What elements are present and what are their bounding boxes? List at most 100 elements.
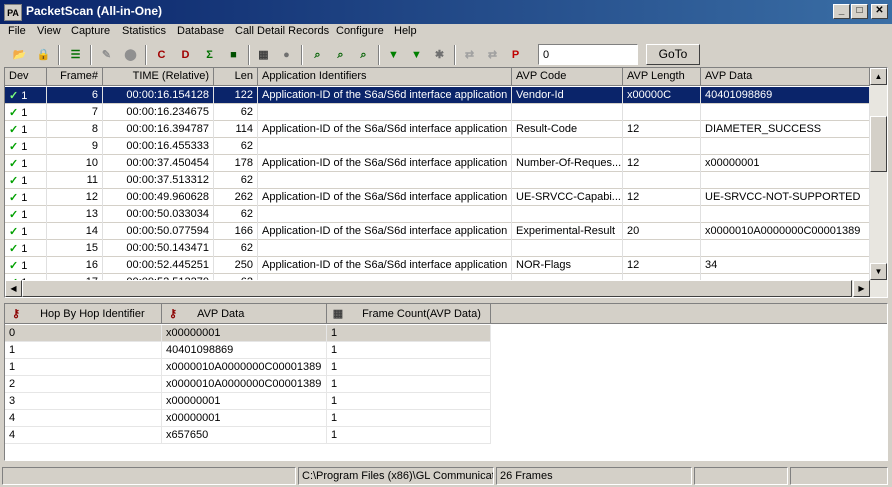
cell-len: 114 [214, 121, 258, 138]
menu-file[interactable]: File [8, 25, 26, 37]
close-button[interactable]: ✕ [871, 4, 888, 19]
menu-statistics[interactable]: Statistics [122, 25, 166, 37]
scroll-left-icon[interactable]: ◀ [5, 280, 22, 297]
filter-list-icon[interactable]: ☰ [64, 44, 87, 66]
checkmark-icon: ✓ [9, 226, 19, 238]
scroll-up-icon[interactable]: ▲ [870, 68, 887, 85]
export-disabled-icon[interactable]: ⇄ [458, 44, 481, 66]
edit-disabled-icon[interactable]: ✎ [95, 44, 118, 66]
import-disabled-icon[interactable]: ⇄ [481, 44, 504, 66]
list-item[interactable]: 1 x0000010A0000000C00001389 1 [5, 359, 491, 376]
lock-icon[interactable]: 🔒 [32, 44, 55, 66]
toolbar-separator [378, 45, 380, 65]
list-item[interactable]: 2 x0000010A0000000C00001389 1 [5, 376, 491, 393]
table-row[interactable]: ✓ 1 13 00:00:50.033034 62 [5, 206, 870, 223]
table-row[interactable]: ✓ 1 12 00:00:49.960628 262 Application-ID of … [5, 189, 870, 206]
menu-call-detail-records[interactable]: Call Detail Records [235, 25, 329, 37]
column-header-avp-data-summary[interactable]: ⚷ AVP Data [162, 304, 327, 324]
cell-avp-len [623, 206, 701, 223]
cell-time: 00:00:37.450454 [103, 155, 214, 172]
maximize-button[interactable]: □ [851, 4, 868, 19]
column-header-avp-length[interactable]: AVP Length [623, 68, 701, 86]
list-item[interactable]: 4 x00000001 1 [5, 410, 491, 427]
column-header-dev[interactable]: Dev [5, 68, 47, 86]
checkmark-icon: ✓ [9, 141, 19, 153]
binoculars-up-icon[interactable]: ⌕ [352, 44, 375, 66]
table-row[interactable]: ✓ 1 8 00:00:16.394787 114 Application-ID of t… [5, 121, 870, 138]
cell-dev: ✓1 [5, 87, 47, 104]
sum-icon[interactable]: Σ [198, 44, 221, 66]
cell-time: 00:00:52.445251 [103, 257, 214, 274]
cell-avp-len [623, 240, 701, 257]
column-header-avp-code[interactable]: AVP Code [512, 68, 623, 86]
d-icon[interactable]: D [174, 44, 197, 66]
c-icon[interactable]: C [150, 44, 173, 66]
dev-value: 1 [21, 90, 28, 102]
cell-data: x0000010A0000000C00001389 [162, 376, 327, 393]
vertical-scrollbar[interactable]: ▲ ▼ [870, 68, 887, 280]
cell-count: 1 [327, 359, 491, 376]
pda-icon[interactable]: P [504, 44, 527, 66]
list-item[interactable]: 3 x00000001 1 [5, 393, 491, 410]
list-item[interactable]: 1 40401098869 1 [5, 342, 491, 359]
menu-view[interactable]: View [37, 25, 61, 37]
column-header-frame[interactable]: Frame# [47, 68, 103, 86]
list-item[interactable]: 4 x657650 1 [5, 427, 491, 444]
calculator-icon: ▦ [332, 308, 344, 320]
cell-app [258, 172, 512, 189]
column-header-time[interactable]: TIME (Relative) [103, 68, 214, 86]
vertical-scroll-thumb[interactable] [870, 116, 887, 172]
cell-time: 00:00:49.960628 [103, 189, 214, 206]
cell-dev: ✓1 [5, 104, 47, 121]
table-row[interactable]: ✓ 1 10 00:00:37.450454 178 Application-ID of … [5, 155, 870, 172]
table-row[interactable]: ✓ 1 16 00:00:52.445251 250 Application-ID of … [5, 257, 870, 274]
column-header-frame-count[interactable]: ▦ Frame Count(AVP Data) [327, 304, 491, 324]
menu-configure[interactable]: Configure [336, 25, 384, 37]
save-icon[interactable]: ■ [222, 44, 245, 66]
dev-value: 1 [21, 141, 28, 153]
cell-data: x00000001 [162, 325, 327, 342]
column-header-application-identifiers[interactable]: Application Identifiers [258, 68, 512, 86]
minimize-button[interactable]: _ [833, 4, 850, 19]
list-item[interactable]: 0 x00000001 1 [5, 325, 491, 342]
horizontal-scroll-thumb[interactable] [22, 280, 852, 297]
table-row[interactable]: ✓ 1 15 00:00:50.143471 62 [5, 240, 870, 257]
checkmark-icon: ✓ [9, 90, 19, 102]
menu-capture[interactable]: Capture [71, 25, 110, 37]
stop-icon[interactable]: ⬤ [119, 44, 142, 66]
table-row[interactable]: ✓ 1 7 00:00:16.234675 62 [5, 104, 870, 121]
column-header-avp-data[interactable]: AVP Data [701, 68, 870, 86]
goto-button[interactable]: GoTo [646, 44, 700, 65]
title-bar: PA PacketScan (All-in-One) _ □ ✕ [0, 0, 892, 24]
filter-f-icon[interactable]: ▼ [405, 44, 428, 66]
menu-database[interactable]: Database [177, 25, 224, 37]
scroll-down-icon[interactable]: ▼ [870, 263, 887, 280]
horizontal-scrollbar[interactable]: ◀ ▶ [5, 280, 887, 297]
key-icon: ⚷ [11, 308, 21, 320]
cell-time: 00:00:37.513312 [103, 172, 214, 189]
cell-hop: 1 [5, 342, 162, 359]
cell-dev: ✓1 [5, 223, 47, 240]
cell-avp-len: 12 [623, 155, 701, 172]
filter-clear-icon[interactable]: ✱ [428, 44, 451, 66]
table-row[interactable]: ✓ 1 6 00:00:16.154128 122 Application-ID of t… [5, 86, 871, 105]
circle-icon[interactable]: ● [275, 44, 298, 66]
cell-dev: ✓1 [5, 155, 47, 172]
table-row[interactable]: ✓ 1 9 00:00:16.455333 62 [5, 138, 870, 155]
cell-dev: ✓1 [5, 172, 47, 189]
scroll-right-icon[interactable]: ▶ [853, 280, 870, 297]
binoculars-down-icon[interactable]: ⌕ [329, 44, 352, 66]
binoculars-icon[interactable]: ⌕ [306, 44, 329, 66]
menu-help[interactable]: Help [394, 25, 417, 37]
table-row[interactable]: ✓ 1 14 00:00:50.077594 166 Application-ID of … [5, 223, 870, 240]
cell-dev: ✓1 [5, 257, 47, 274]
frame-number-input[interactable] [538, 44, 638, 65]
column-header-hop-by-hop[interactable]: ⚷ Hop By Hop Identifier [5, 304, 162, 324]
cell-frame: 7 [47, 104, 103, 121]
cell-len: 178 [214, 155, 258, 172]
column-header-len[interactable]: Len [214, 68, 258, 86]
grid-icon[interactable]: ▦ [252, 44, 275, 66]
set-filter-icon[interactable]: ▼ [382, 44, 405, 66]
table-row[interactable]: ✓ 1 11 00:00:37.513312 62 [5, 172, 870, 189]
open-icon[interactable]: 📂 [8, 44, 31, 66]
